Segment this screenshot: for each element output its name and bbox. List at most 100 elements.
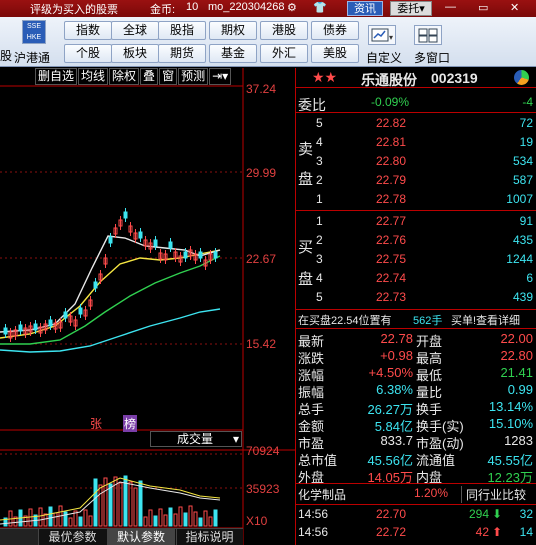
buy-notice-row[interactable]: 在买盘22.54位置有 562手 买单!查看详细 (296, 312, 536, 329)
industry-compare-button[interactable]: 同行业比较 (461, 486, 536, 503)
buy-row[interactable]: 3 22.75 1244 (296, 252, 536, 269)
info-button[interactable]: 资讯 (347, 1, 383, 16)
close-icon[interactable]: ✕ (510, 1, 519, 14)
volume-bar (108, 483, 113, 527)
sell-volume: 19 (519, 135, 533, 149)
trade-button[interactable]: 委托▾ (390, 1, 432, 16)
sell-level: 5 (316, 116, 323, 130)
stat-value: 13.14% (488, 399, 533, 414)
forex-button[interactable]: 外汇 (260, 44, 308, 63)
buy-row[interactable]: 2 22.76 435 (296, 233, 536, 250)
bond-button[interactable]: 债券 (311, 21, 359, 40)
tick-time: 14:56 (298, 507, 329, 521)
options-button[interactable]: 期权 (209, 21, 257, 40)
sell-volume: 1007 (506, 192, 533, 206)
sell-row[interactable]: 5 22.82 72 (296, 116, 536, 133)
coin-value: 10 (186, 1, 199, 13)
arrow-up-icon: ⬆ (492, 525, 503, 539)
tick-count: 32 (519, 507, 533, 521)
stat-row: 振幅 6.38% 量比 0.99 (296, 382, 536, 400)
sell-level: 4 (316, 135, 323, 149)
stat-value: 15.10% (488, 416, 533, 431)
volume-bar (153, 515, 158, 527)
gear-icon[interactable]: ⚙ (287, 1, 297, 14)
sell-row[interactable]: 3 22.80 534 (296, 154, 536, 171)
candle-body (93, 281, 98, 289)
volume-bar (38, 507, 43, 527)
buy-row[interactable]: 5 22.73 439 (296, 290, 536, 307)
multi-window-icon[interactable] (414, 25, 442, 45)
volume-selector[interactable]: 成交量 ▾ (150, 431, 242, 447)
sell-price: 22.82 (376, 116, 407, 130)
buy-row[interactable]: 4 22.74 6 (296, 271, 536, 288)
pie-chart-icon[interactable] (514, 70, 529, 85)
fund-button[interactable]: 基金 (209, 44, 257, 63)
buy-row[interactable]: 1 22.77 91 (296, 214, 536, 231)
sell-row[interactable]: 1 22.78 1007 (296, 192, 536, 209)
minimize-icon[interactable]: — (445, 1, 456, 13)
svg-text:▾: ▾ (389, 33, 393, 42)
volume-bar (148, 509, 153, 527)
sell-volume: 587 (512, 173, 533, 187)
indicator-tab-empty[interactable] (0, 529, 38, 545)
tab-indicator-help[interactable]: 指标说明 (176, 529, 242, 545)
title-caption: 评级为买入的股票 (30, 4, 118, 16)
stat-row: 总市值 45.56亿 流通值 45.55亿 (296, 450, 536, 468)
stock-name: 乐通股份 (361, 72, 417, 88)
sell-row[interactable]: 2 22.79 587 (296, 173, 536, 190)
buy-price: 22.75 (376, 252, 407, 266)
hk-stock-button[interactable]: 港股 (260, 21, 308, 40)
buy-price: 22.77 (376, 214, 407, 228)
price-tick: 22.67 (246, 252, 277, 266)
sell-row[interactable]: 4 22.81 19 (296, 135, 536, 152)
global-button[interactable]: 全球 (111, 21, 159, 40)
individual-stock-button[interactable]: 个股 (64, 44, 112, 63)
multi-window-label[interactable]: 多窗口 (414, 49, 450, 66)
tab-best-params[interactable]: 最优参数 (38, 529, 106, 545)
volume-bar (43, 513, 48, 527)
quote-panel: ★★ 乐通股份 002319 委比 -0.09% -4 卖 盘 买 盘 在买盘2… (295, 68, 536, 545)
volume-unit: X10 (246, 514, 268, 528)
buy-volume: 91 (519, 214, 533, 228)
ranking-marker[interactable]: 榜 (123, 415, 138, 432)
buy-notice-link[interactable]: 买单!查看详细 (451, 312, 520, 328)
tab-default-params[interactable]: 默认参数 (107, 529, 175, 545)
star-icon[interactable]: ★★ (312, 69, 337, 86)
tick-volume: 42 (475, 525, 489, 539)
stat-row: 市盈 833.7 市盈(动) 1283 (296, 433, 536, 451)
price-tick: 15.42 (246, 337, 277, 351)
sector-button[interactable]: 板块 (111, 44, 159, 63)
maximize-icon[interactable]: ▭ (478, 1, 488, 14)
industry-name[interactable]: 化学制品 (298, 486, 346, 503)
custom-icon[interactable]: ▾ (368, 25, 396, 45)
volume-bar (198, 517, 203, 527)
volume-bar (168, 507, 173, 527)
volume-bar (138, 480, 143, 527)
custom-label[interactable]: 自定义 (366, 49, 402, 66)
limit-up-marker[interactable]: 张 (90, 415, 102, 432)
volume-selector-label: 成交量 (177, 432, 214, 446)
volume-bar (173, 513, 178, 527)
volume-bar (118, 482, 123, 527)
volume-bar (193, 511, 198, 527)
shirt-icon[interactable]: 👕 (313, 1, 327, 14)
sell-volume: 534 (512, 154, 533, 168)
us-stock-button[interactable]: 美股 (311, 44, 359, 63)
hk-connect-label[interactable]: 沪港通 (14, 49, 50, 66)
kline-chart[interactable] (0, 68, 295, 545)
stock-shortcut[interactable]: 股 (0, 47, 12, 64)
indicator-tabs: 最优参数 默认参数 指标说明 (0, 528, 243, 545)
futures-button[interactable]: 期货 (158, 44, 206, 63)
index-button[interactable]: 指数 (64, 21, 112, 40)
candle-body (63, 311, 68, 319)
candle-body (198, 251, 203, 259)
volume-bar (158, 508, 163, 527)
buy-notice-text: 在买盘22.54位置有 (298, 315, 392, 327)
volume-bar (48, 506, 53, 527)
stat-value: 12.23万 (487, 470, 533, 485)
tick-time: 14:56 (298, 525, 329, 539)
stock-index-button[interactable]: 股指 (158, 21, 206, 40)
hk-connect-icon[interactable]: SSE HKE (22, 20, 46, 44)
volume-bar (208, 516, 213, 527)
candle-body (213, 251, 218, 259)
